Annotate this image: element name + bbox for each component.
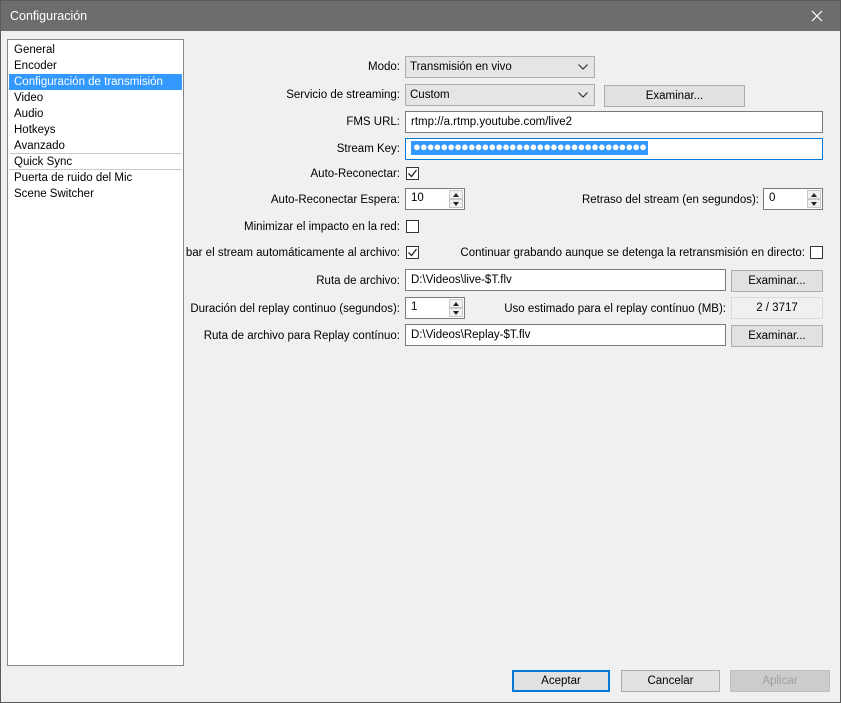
spin-up-icon — [453, 193, 459, 197]
mode-select[interactable]: Transmisión en vivo — [405, 56, 595, 78]
spin-up-button[interactable] — [449, 190, 463, 199]
auto-reconnect-checkbox[interactable] — [406, 167, 419, 180]
minimize-impact-label: Minimizar el impacto en la red: — [244, 221, 400, 233]
auto-save-checkbox[interactable] — [406, 246, 419, 259]
spin-up-button[interactable] — [807, 190, 821, 199]
sidebar-item-audio[interactable]: Audio — [9, 106, 182, 122]
reconnect-wait-label: Auto-Reconectar Espera: — [270, 194, 400, 206]
spin-up-icon — [453, 302, 459, 306]
stream-delay-value: 0 — [769, 192, 776, 204]
replay-path-input[interactable]: D:\Videos\Replay-$T.flv — [405, 324, 726, 346]
service-select[interactable]: Custom — [405, 84, 595, 106]
sidebar-item-advanced[interactable]: Avanzado — [9, 138, 182, 154]
service-browse-button[interactable]: Examinar... — [604, 85, 745, 107]
chevron-down-icon — [578, 64, 588, 70]
replay-duration-spinbox[interactable]: 1 — [405, 297, 465, 319]
sidebar-item-video[interactable]: Video — [9, 90, 182, 106]
close-icon — [811, 10, 823, 22]
cancel-button[interactable]: Cancelar — [621, 670, 720, 692]
replay-usage-label: Uso estimado para el replay contínuo (MB… — [504, 303, 726, 315]
replay-path-browse-button[interactable]: Examinar... — [731, 325, 823, 347]
mode-value: Transmisión en vivo — [410, 61, 512, 73]
spin-down-icon — [453, 202, 459, 206]
stream-key-label: Stream Key: — [336, 143, 400, 155]
mode-label: Modo: — [368, 61, 400, 73]
spin-down-icon — [811, 202, 817, 206]
checkmark-icon — [408, 169, 417, 178]
sidebar-item-scene-switcher[interactable]: Scene Switcher — [9, 186, 182, 202]
minimize-impact-checkbox[interactable] — [406, 220, 419, 233]
settings-window: Configuración General Encoder Configurac… — [0, 0, 841, 703]
spin-down-icon — [453, 311, 459, 315]
reconnect-wait-spinbox[interactable]: 10 — [405, 188, 465, 210]
spin-down-button[interactable] — [449, 308, 463, 317]
sidebar-item-broadcast-settings[interactable]: Configuración de transmisión — [9, 74, 182, 90]
stream-delay-spinbox[interactable]: 0 — [763, 188, 823, 210]
reconnect-wait-value: 10 — [411, 192, 424, 204]
sidebar-item-quick-sync[interactable]: Quick Sync — [9, 154, 182, 170]
stream-key-masked: ●●●●●●●●●●●●●●●●●●●●●●●●●●●●●●●●●● — [411, 139, 648, 155]
spin-down-button[interactable] — [449, 199, 463, 208]
file-path-label: Ruta de archivo: — [316, 275, 400, 287]
chevron-down-icon — [578, 92, 588, 98]
stream-delay-label: Retraso del stream (en segundos): — [581, 194, 759, 206]
keep-recording-label: Continuar grabando aunque se detenga la … — [460, 247, 805, 259]
checkmark-icon — [408, 248, 417, 257]
auto-save-label: bar el stream automáticamente al archivo… — [185, 247, 400, 259]
fms-url-input[interactable]: rtmp://a.rtmp.youtube.com/live2 — [405, 111, 823, 133]
sidebar-item-encoder[interactable]: Encoder — [9, 58, 182, 74]
keep-recording-checkbox[interactable] — [810, 246, 823, 259]
title-bar[interactable]: Configuración — [1, 1, 840, 31]
replay-duration-label: Duración del replay continuo (segundos): — [190, 303, 400, 315]
file-path-input[interactable]: D:\Videos\live-$T.flv — [405, 269, 726, 291]
apply-button[interactable]: Aplicar — [730, 670, 830, 692]
stream-key-input[interactable]: ●●●●●●●●●●●●●●●●●●●●●●●●●●●●●●●●●● — [405, 138, 823, 160]
fms-url-label: FMS URL: — [346, 116, 400, 128]
sidebar-item-hotkeys[interactable]: Hotkeys — [9, 122, 182, 138]
service-label: Servicio de streaming: — [286, 89, 400, 101]
service-value: Custom — [410, 89, 450, 101]
sidebar-item-mic-noise-gate[interactable]: Puerta de ruido del Mic — [9, 170, 182, 186]
spin-up-icon — [811, 193, 817, 197]
auto-reconnect-label: Auto-Reconectar: — [310, 168, 401, 180]
replay-path-label: Ruta de archivo para Replay contínuo: — [203, 330, 400, 342]
replay-duration-value: 1 — [411, 301, 418, 313]
file-path-browse-button[interactable]: Examinar... — [731, 270, 823, 292]
window-title: Configuración — [10, 9, 88, 23]
accept-button[interactable]: Aceptar — [512, 670, 610, 692]
spin-up-button[interactable] — [449, 299, 463, 308]
settings-category-list[interactable]: General Encoder Configuración de transmi… — [7, 39, 184, 666]
close-button[interactable] — [794, 1, 840, 31]
sidebar-item-general[interactable]: General — [9, 42, 182, 58]
replay-usage-readout: 2 / 3717 — [731, 297, 823, 319]
spin-down-button[interactable] — [807, 199, 821, 208]
